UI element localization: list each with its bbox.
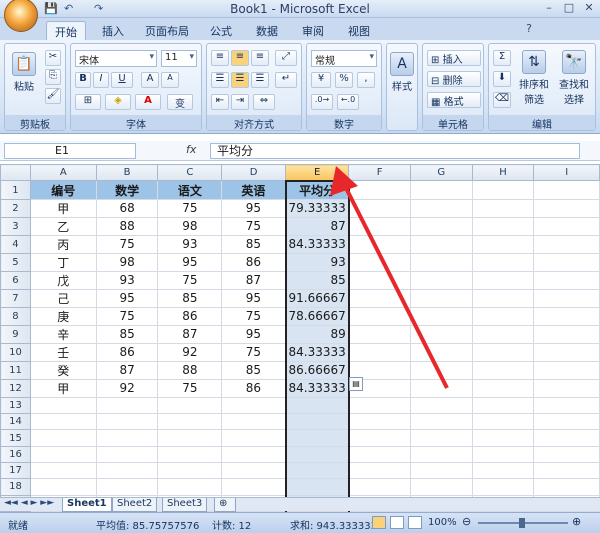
annotation-arrow-layer [330, 166, 449, 389]
status-average: 平均值: 85.75757576 [96, 521, 200, 532]
status-sum: 求和: 943.3333333 [290, 521, 384, 532]
annotation-arrow-head [330, 166, 358, 196]
zoom-out-icon[interactable]: ⊖ [462, 515, 471, 528]
zoom-slider-thumb[interactable] [519, 518, 525, 528]
status-bar: 就绪 平均值: 85.75757576 计数: 12 求和: 943.33333… [0, 512, 600, 533]
sheet-nav-icon[interactable]: ◄◄ ◄ ► ►► [4, 498, 54, 508]
new-sheet-icon[interactable]: ⊕ [214, 498, 236, 512]
zoom-in-icon[interactable]: ⊕ [572, 515, 581, 528]
sheet-tab-bar: ◄◄ ◄ ► ►► Sheet1 Sheet2 Sheet3 ⊕ [0, 497, 600, 512]
page-layout-view-icon[interactable] [390, 516, 404, 529]
sheet-tab-1[interactable]: Sheet1 [62, 498, 112, 512]
sheet-tab-3[interactable]: Sheet3 [162, 498, 208, 512]
status-count: 计数: 12 [212, 521, 252, 532]
annotation-arrow-line [344, 187, 449, 389]
sheet-tab-2[interactable]: Sheet2 [112, 498, 158, 512]
page-break-view-icon[interactable] [408, 516, 422, 529]
zoom-level[interactable]: 100% [428, 517, 457, 528]
status-ready: 就绪 [8, 521, 28, 532]
normal-view-icon[interactable] [372, 516, 386, 529]
